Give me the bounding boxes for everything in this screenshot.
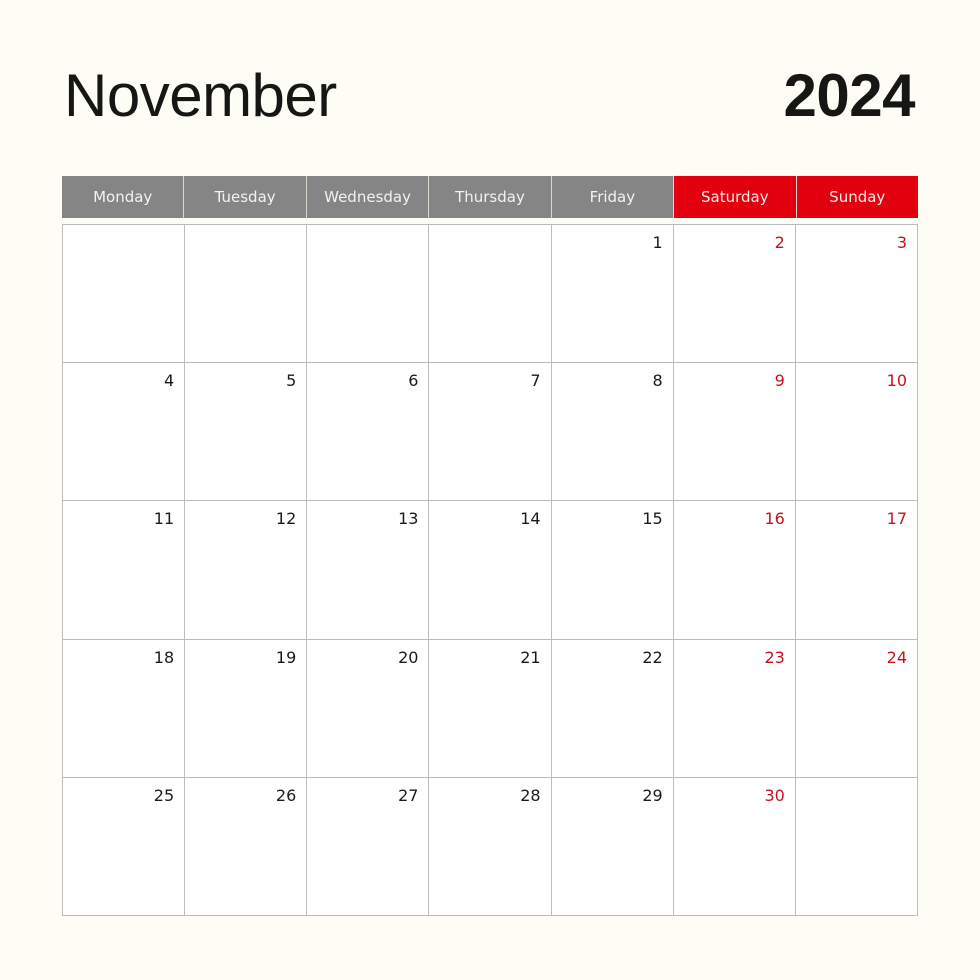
weekday-wednesday: Wednesday <box>306 176 430 218</box>
day-number: 23 <box>764 647 785 667</box>
day-number: 10 <box>886 371 907 391</box>
day-number: 11 <box>153 509 175 529</box>
day-number: 24 <box>886 647 907 667</box>
weekday-thursday: Thursday <box>429 176 552 218</box>
day-cell[interactable]: 14 <box>429 501 552 640</box>
year-title: 2024 <box>783 62 916 129</box>
day-cell[interactable]: 11 <box>63 501 186 640</box>
weekday-saturday: Saturday <box>674 176 797 218</box>
day-cell[interactable]: 19 <box>185 639 308 778</box>
month-title: November <box>64 62 337 129</box>
day-number: 16 <box>764 509 785 529</box>
day-number: 12 <box>275 509 297 529</box>
day-cell[interactable]: 12 <box>185 501 308 640</box>
day-cell[interactable]: 7 <box>429 363 552 502</box>
day-number: 19 <box>275 647 297 667</box>
day-number: 26 <box>275 785 297 805</box>
day-cell[interactable]: 30 <box>673 777 796 916</box>
day-cell[interactable]: 6 <box>307 363 430 502</box>
weekday-monday: Monday <box>62 176 185 218</box>
day-cell[interactable]: 15 <box>551 501 674 640</box>
day-number: 14 <box>520 509 541 529</box>
weekday-sunday: Sunday <box>796 176 918 218</box>
day-number: 7 <box>530 371 541 391</box>
day-number: 29 <box>642 785 663 805</box>
day-cell[interactable]: 16 <box>673 501 796 640</box>
day-cell[interactable]: 22 <box>551 639 674 778</box>
weekday-tuesday: Tuesday <box>184 176 307 218</box>
day-cell[interactable]: 17 <box>795 501 918 640</box>
day-cell[interactable]: 29 <box>551 777 674 916</box>
day-number: 8 <box>652 371 663 391</box>
day-cell[interactable]: 28 <box>429 777 552 916</box>
day-number: 3 <box>896 233 907 252</box>
weekday-header: Monday Tuesday Wednesday Thursday Friday Satu… <box>62 176 918 218</box>
day-number: 6 <box>408 371 419 391</box>
day-cell[interactable]: 18 <box>63 639 186 778</box>
empty-cell <box>63 225 186 364</box>
day-number: 15 <box>642 509 663 529</box>
day-number: 22 <box>642 647 663 667</box>
day-number: 13 <box>398 509 419 529</box>
day-cell[interactable]: 10 <box>795 363 918 502</box>
calendar-grid: 1 2 3 4 5 6 7 8 9 10 11 12 13 14 15 16 17 18 19 20 21 22 23 24 2… <box>62 224 918 916</box>
day-cell[interactable]: 2 <box>673 225 796 364</box>
day-number: 25 <box>153 785 175 805</box>
day-number: 27 <box>398 785 419 805</box>
day-number: 21 <box>520 647 541 667</box>
day-cell[interactable]: 4 <box>63 363 186 502</box>
day-cell[interactable]: 8 <box>551 363 674 502</box>
day-cell[interactable]: 13 <box>307 501 430 640</box>
day-cell[interactable]: 20 <box>307 639 430 778</box>
day-cell[interactable]: 5 <box>185 363 308 502</box>
day-cell[interactable]: 26 <box>185 777 308 916</box>
day-number: 1 <box>652 233 663 252</box>
day-number: 2 <box>774 233 785 252</box>
day-cell[interactable]: 3 <box>795 225 918 364</box>
empty-cell <box>185 225 308 364</box>
day-cell[interactable]: 25 <box>63 777 186 916</box>
day-cell[interactable]: 24 <box>795 639 918 778</box>
day-cell[interactable]: 1 <box>551 225 674 364</box>
day-number: 20 <box>398 647 419 667</box>
day-number: 5 <box>286 371 297 391</box>
day-cell[interactable]: 23 <box>673 639 796 778</box>
day-number: 28 <box>520 785 541 805</box>
day-cell[interactable]: 27 <box>307 777 430 916</box>
day-cell[interactable]: 9 <box>673 363 796 502</box>
empty-cell <box>307 225 430 364</box>
empty-cell <box>429 225 552 364</box>
day-number: 17 <box>886 509 907 529</box>
day-number: 30 <box>764 785 785 805</box>
day-number: 4 <box>163 371 175 391</box>
empty-cell <box>795 777 918 916</box>
day-number: 9 <box>774 371 785 391</box>
day-cell[interactable]: 21 <box>429 639 552 778</box>
day-number: 18 <box>153 647 175 667</box>
weekday-friday: Friday <box>551 176 675 218</box>
